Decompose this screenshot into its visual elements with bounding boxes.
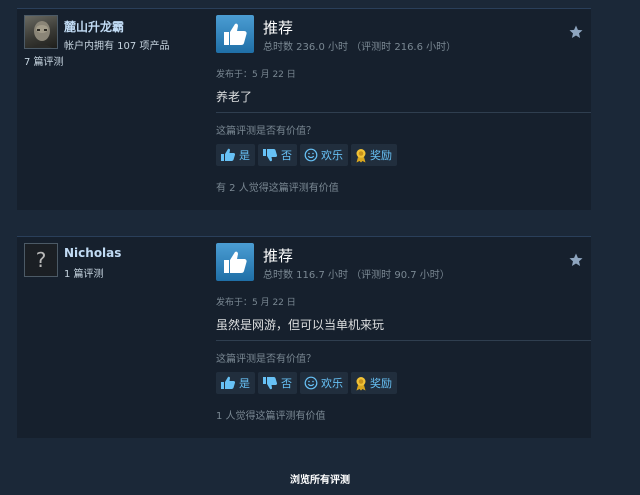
star-icon[interactable]: [569, 25, 583, 39]
vote-buttons: 是 否 欢乐 奖励: [216, 372, 397, 394]
vote-buttons: 是 否 欢乐 奖励: [216, 144, 397, 166]
award-button[interactable]: 奖励: [351, 144, 397, 166]
browse-all-reviews-link[interactable]: 浏览所有评测: [0, 471, 640, 486]
helpful-question: 这篇评测是否有价值？: [216, 354, 316, 365]
author-review-count[interactable]: 1 篇评测: [64, 265, 104, 280]
helpful-count: 有 2 人觉得这篇评测有价值: [216, 183, 339, 194]
review-verdict[interactable]: 推荐: [263, 17, 293, 38]
vote-yes-label: 是: [239, 149, 250, 162]
helpful-count: 1 人觉得这篇评测有价值: [216, 411, 326, 422]
vote-no-label: 否: [281, 377, 292, 390]
author-name[interactable]: Nicholas: [64, 246, 121, 260]
thumbs-up-icon: [216, 15, 254, 53]
award-icon: [356, 376, 366, 390]
review-hours: 总时数 116.7 小时 （评测时 90.7 小时）: [263, 270, 450, 281]
review-posted-date: 发布于：5 月 22 日: [216, 70, 296, 80]
award-label: 奖励: [370, 377, 392, 390]
award-icon: [356, 148, 366, 162]
review-posted-date: 发布于：5 月 22 日: [216, 298, 296, 308]
review-verdict[interactable]: 推荐: [263, 245, 293, 266]
star-icon[interactable]: [569, 253, 583, 267]
review-hours: 总时数 236.0 小时 （评测时 216.6 小时）: [263, 42, 457, 53]
thumbs-down-icon: [263, 149, 278, 162]
vote-yes-label: 是: [239, 377, 250, 390]
review-text: 养老了: [216, 90, 253, 104]
author-products[interactable]: 帐户内拥有 107 项产品: [64, 37, 169, 52]
thumbs-up-icon: [221, 376, 236, 389]
thumbs-down-icon: [263, 377, 278, 390]
author-review-count[interactable]: 7 篇评测: [24, 53, 64, 68]
thumbs-up-icon: [221, 148, 236, 161]
helpful-question: 这篇评测是否有价值？: [216, 126, 316, 137]
vote-funny-button[interactable]: 欢乐: [300, 144, 348, 166]
vote-funny-label: 欢乐: [321, 377, 343, 390]
reviews-page: 麓山升龙霸 帐户内拥有 107 项产品 7 篇评测 推荐 总时数 236.0 小…: [0, 0, 640, 495]
avatar-image: [32, 21, 52, 48]
review-text: 虽然是网游，但可以当单机来玩: [216, 318, 385, 332]
award-label: 奖励: [370, 149, 392, 162]
divider: [216, 340, 591, 341]
vote-no-label: 否: [281, 149, 292, 162]
vote-funny-label: 欢乐: [321, 149, 343, 162]
award-button[interactable]: 奖励: [351, 372, 397, 394]
author-name[interactable]: 麓山升龙霸: [64, 18, 124, 35]
vote-no-button[interactable]: 否: [258, 372, 297, 394]
smiley-icon: [304, 376, 318, 390]
author-avatar[interactable]: ?: [24, 243, 58, 277]
review-card: ? Nicholas 1 篇评测 推荐 总时数 116.7 小时 （评测时 90…: [17, 236, 591, 438]
vote-funny-button[interactable]: 欢乐: [300, 372, 348, 394]
author-avatar[interactable]: [24, 15, 58, 49]
review-card: 麓山升龙霸 帐户内拥有 107 项产品 7 篇评测 推荐 总时数 236.0 小…: [17, 8, 591, 210]
vote-yes-button[interactable]: 是: [216, 144, 255, 166]
thumbs-up-icon: [216, 243, 254, 281]
divider: [216, 112, 591, 113]
vote-no-button[interactable]: 否: [258, 144, 297, 166]
smiley-icon: [304, 148, 318, 162]
vote-yes-button[interactable]: 是: [216, 372, 255, 394]
